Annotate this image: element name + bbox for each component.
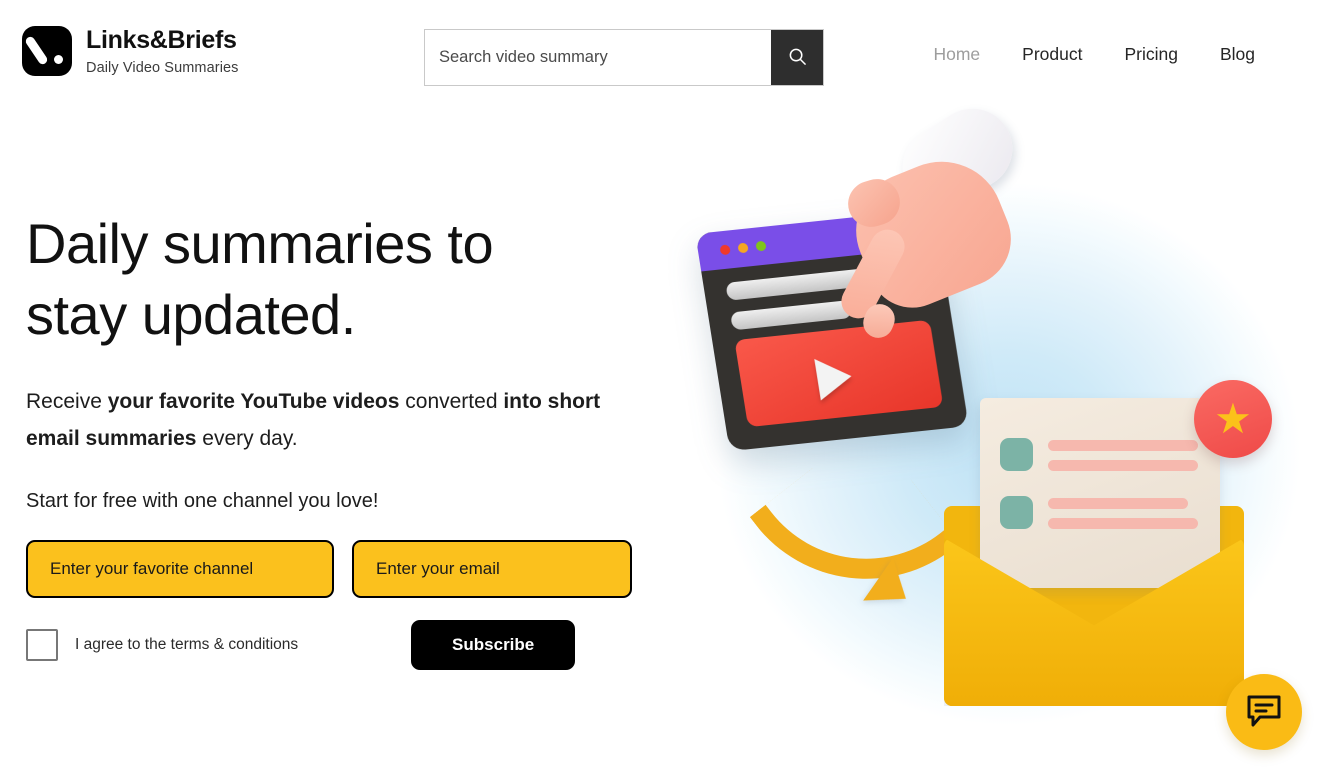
hero-cta-text: Start for free with one channel you love… (26, 489, 379, 512)
subhead-part-3: every day. (196, 426, 298, 450)
subhead-bold-1: your favorite YouTube videos (107, 390, 400, 414)
letter-line (1048, 518, 1198, 529)
headline-line-2: stay updated. (26, 283, 356, 347)
headline-line-1: Daily summaries to (26, 212, 494, 275)
channel-input[interactable] (26, 539, 334, 598)
subhead-part-1: Receive (26, 390, 108, 414)
subscribe-button[interactable]: Subscribe (411, 619, 576, 670)
page-title: Daily summaries to stay updated. (26, 208, 646, 350)
open-envelope-illustration: ★ (942, 380, 1272, 718)
chat-support-button[interactable] (1226, 674, 1302, 750)
search-button[interactable] (771, 30, 823, 85)
letter-line (1048, 498, 1188, 509)
brand-tagline: Daily Video Summaries (86, 59, 239, 76)
window-dot-red (719, 244, 731, 256)
pointing-hand-illustration (835, 93, 1040, 378)
search-bar (424, 29, 824, 86)
search-input[interactable] (425, 30, 771, 85)
hero-subheading: Receive your favorite YouTube videos con… (26, 384, 646, 458)
search-icon (788, 47, 807, 69)
terms-label: I agree to the terms & conditions (75, 635, 299, 653)
site-header: Links&Briefs Daily Video Summaries Home … (0, 0, 1325, 112)
letter-thumb (1000, 496, 1033, 529)
brand-name: Links&Briefs (86, 26, 237, 54)
landing-page: Links&Briefs Daily Video Summaries Home … (0, 0, 1325, 768)
nav-item-blog[interactable]: Blog (1220, 44, 1255, 65)
terms-agreement[interactable]: I agree to the terms & conditions (26, 628, 299, 661)
main-nav: Home Product Pricing Blog (933, 44, 1255, 65)
email-input[interactable] (352, 539, 632, 598)
brand-logo[interactable]: Links&Briefs Daily Video Summaries (22, 26, 239, 76)
terms-checkbox[interactable] (26, 628, 58, 661)
hero-illustration: ★ (660, 93, 1325, 768)
window-dot-green (755, 240, 767, 252)
diagonal-slash-dot-icon (22, 26, 72, 76)
subhead-part-2: converted (399, 390, 504, 414)
letter-line (1048, 440, 1198, 451)
nav-item-product[interactable]: Product (1022, 44, 1082, 65)
chat-bubble-icon (1246, 694, 1282, 731)
nav-item-pricing[interactable]: Pricing (1124, 44, 1178, 65)
letter-thumb (1000, 438, 1033, 471)
window-dot-yellow (737, 242, 749, 254)
nav-item-home[interactable]: Home (933, 44, 980, 65)
star-badge-icon: ★ (1194, 380, 1272, 458)
hero-section: Daily summaries to stay updated. Receive… (26, 208, 646, 670)
signup-fields (26, 539, 646, 598)
signup-actions: I agree to the terms & conditions Subscr… (26, 619, 646, 670)
letter-line (1048, 460, 1198, 471)
letter-sheet (980, 398, 1220, 588)
